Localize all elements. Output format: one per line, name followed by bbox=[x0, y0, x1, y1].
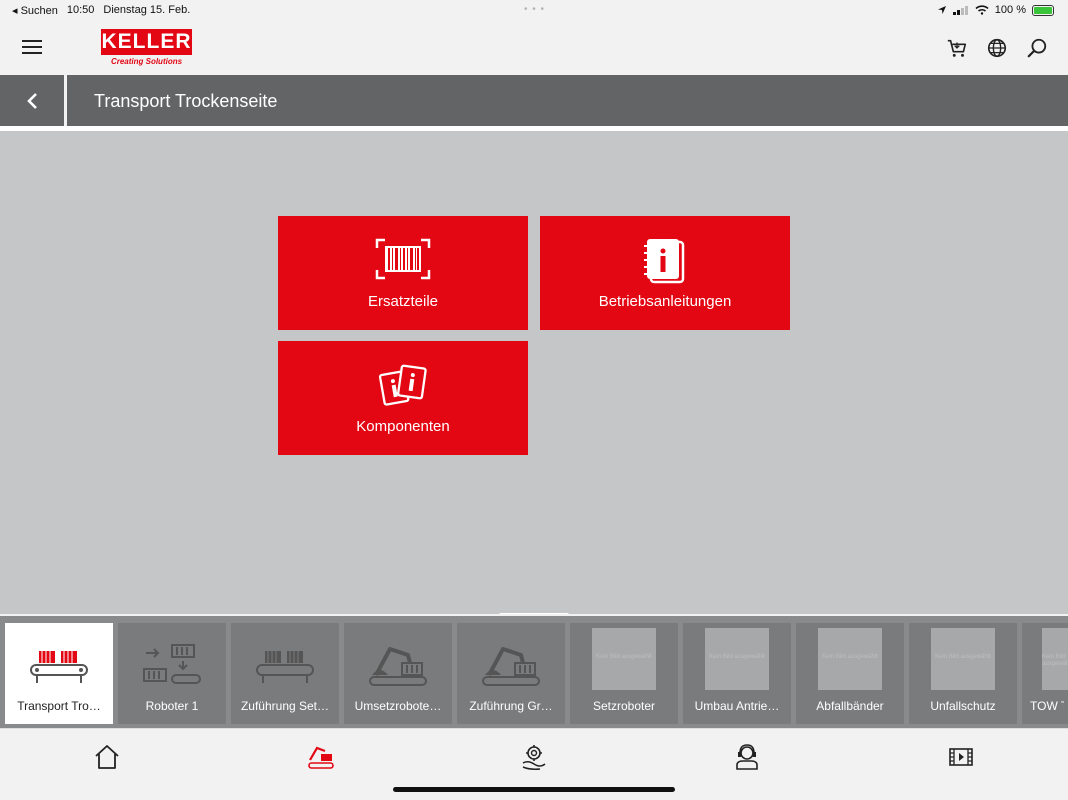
conveyor-icon bbox=[30, 651, 88, 683]
no-image-placeholder: Kein Bild ausgewählt bbox=[931, 628, 995, 690]
section-item[interactable]: Kein Bild ausgewählt Setzroboter bbox=[570, 623, 678, 724]
tile-ersatzteile[interactable]: Ersatzteile bbox=[278, 216, 528, 330]
search-icon[interactable] bbox=[1026, 37, 1048, 59]
no-image-placeholder: Kein Bild ausgewählt bbox=[818, 628, 882, 690]
cart-icon[interactable] bbox=[946, 37, 968, 59]
section-strip[interactable]: Transport Tro… Roboter 1 Zuführung Set… … bbox=[0, 614, 1068, 728]
section-item[interactable]: Kein Bild ausgewählt Abfallbänder bbox=[796, 623, 904, 724]
section-item[interactable]: Transport Tro… bbox=[5, 623, 113, 724]
conveyor-icon bbox=[256, 651, 314, 683]
section-item[interactable]: Umsetzrobote… bbox=[344, 623, 452, 724]
support-icon[interactable] bbox=[733, 743, 761, 771]
no-image-placeholder: Kein Bild ausgewählt bbox=[1042, 628, 1068, 690]
section-item[interactable]: Roboter 1 bbox=[118, 623, 226, 724]
section-item[interactable]: Kein Bild ausgewählt Unfallschutz bbox=[909, 623, 1017, 724]
section-item[interactable]: Kein Bild ausgewählt Umbau Antrie… bbox=[683, 623, 791, 724]
section-label: Zuführung Set… bbox=[240, 699, 330, 713]
title-bar: Transport Trockenseite bbox=[0, 75, 1068, 126]
wifi-icon bbox=[975, 5, 989, 15]
home-indicator[interactable] bbox=[393, 787, 675, 792]
page-title: Transport Trockenseite bbox=[94, 91, 278, 111]
section-label: Unfallschutz bbox=[930, 699, 996, 713]
home-icon[interactable] bbox=[93, 743, 121, 771]
transfer-robot-icon bbox=[482, 647, 540, 686]
barcode-icon bbox=[375, 238, 431, 280]
transfer-robot-icon bbox=[369, 647, 427, 686]
back-to-app-link[interactable]: ◂ Suchen bbox=[12, 4, 58, 17]
section-item[interactable]: Kein Bild ausgewählt TOW T bbox=[1022, 623, 1068, 724]
logo-wordmark: KELLER bbox=[101, 29, 192, 55]
section-item[interactable]: Zuführung Gr… bbox=[457, 623, 565, 724]
status-date: Dienstag 15. Feb. bbox=[103, 4, 191, 16]
section-label: Roboter 1 bbox=[145, 699, 199, 713]
globe-icon[interactable] bbox=[986, 37, 1008, 59]
signal-icon bbox=[952, 6, 968, 15]
main-content: Ersatzteile Betriebsanleitungen Komponen… bbox=[0, 131, 1068, 614]
section-label: Abfallbänder bbox=[816, 699, 884, 713]
chevron-left-icon bbox=[27, 93, 37, 109]
service-icon[interactable] bbox=[520, 743, 548, 771]
location-icon bbox=[937, 6, 946, 14]
tile-label: Komponenten bbox=[356, 418, 450, 435]
section-label: Transport Tro… bbox=[17, 699, 101, 713]
section-label: TOW T bbox=[1030, 699, 1064, 713]
no-image-placeholder: Kein Bild ausgewählt bbox=[592, 628, 656, 690]
section-label: Umsetzrobote… bbox=[354, 699, 442, 713]
section-item[interactable]: Zuführung Set… bbox=[231, 623, 339, 724]
tile-komponenten[interactable]: Komponenten bbox=[278, 341, 528, 455]
components-info-icon bbox=[378, 364, 427, 406]
title-divider bbox=[64, 75, 67, 126]
section-label: Umbau Antrie… bbox=[694, 699, 780, 713]
logo-tagline: Creating Solutions bbox=[110, 57, 183, 66]
multitasking-dots[interactable]: • • • bbox=[524, 4, 545, 15]
status-bar: ◂ Suchen 10:50 Dienstag 15. Feb. • • • 1… bbox=[0, 0, 1068, 21]
tile-label: Ersatzteile bbox=[367, 293, 439, 310]
tile-betriebsanleitungen[interactable]: Betriebsanleitungen bbox=[540, 216, 790, 330]
tile-label: Betriebsanleitungen bbox=[598, 293, 732, 310]
back-button[interactable] bbox=[0, 75, 64, 126]
section-label: Setzroboter bbox=[592, 699, 656, 713]
menu-icon[interactable] bbox=[22, 40, 42, 56]
manual-info-icon bbox=[644, 239, 685, 284]
keller-logo[interactable]: KELLER Creating Solutions bbox=[101, 29, 192, 69]
status-time: 10:50 bbox=[66, 4, 95, 16]
app-header: KELLER Creating Solutions bbox=[0, 21, 1068, 75]
section-label: Zuführung Gr… bbox=[469, 699, 553, 713]
machine-icon[interactable] bbox=[307, 743, 335, 771]
no-image-placeholder: Kein Bild ausgewählt bbox=[705, 628, 769, 690]
video-icon[interactable] bbox=[947, 743, 975, 771]
battery-percent: 100 % bbox=[994, 4, 1026, 16]
robot-transfer-icon bbox=[143, 644, 201, 684]
battery-icon bbox=[1032, 4, 1054, 16]
